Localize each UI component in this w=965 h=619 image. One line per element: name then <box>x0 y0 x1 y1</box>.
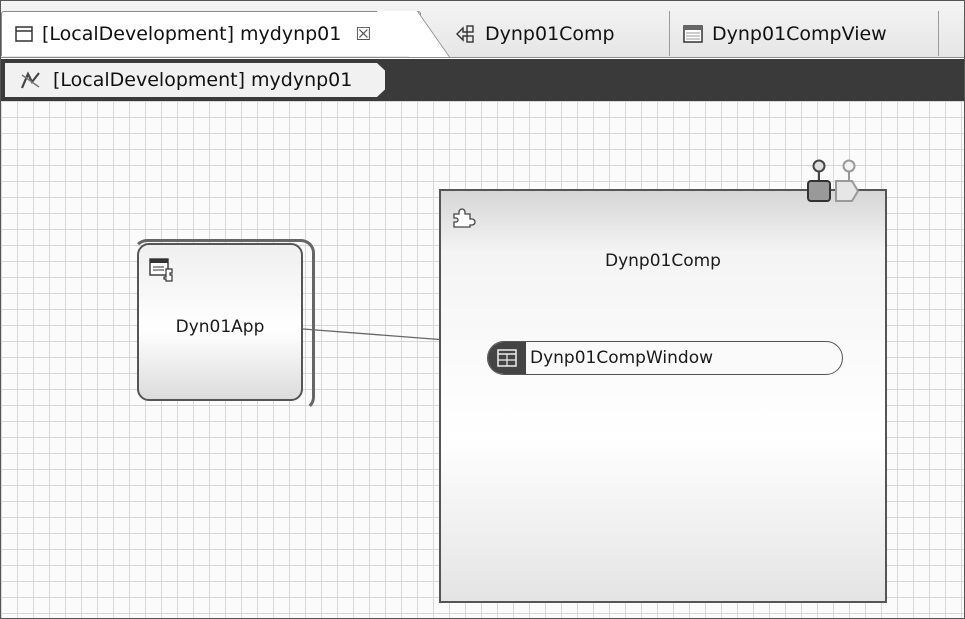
diagram-icon <box>19 69 43 91</box>
window-node-label: Dynp01CompWindow <box>530 348 713 368</box>
tab-dynp01compview[interactable]: Dynp01CompView <box>669 11 939 56</box>
breadcrumb-bar: [LocalDevelopment] mydynp01 <box>1 59 964 101</box>
tab-label: Dynp01Comp <box>485 22 615 45</box>
component-icon <box>453 23 477 45</box>
application-icon <box>149 257 177 283</box>
component-node-label: Dynp01Comp <box>605 251 721 271</box>
component-node[interactable]: Dynp01Comp Dynp01CompWindow <box>439 159 887 603</box>
tab-label: Dynp01CompView <box>712 22 887 45</box>
tab-dynp01comp[interactable]: Dynp01Comp <box>441 11 659 56</box>
application-node[interactable]: Dyn01App <box>133 239 315 411</box>
interface-ports[interactable] <box>803 157 863 205</box>
breadcrumb[interactable]: [LocalDevelopment] mydynp01 <box>5 63 385 97</box>
editor-window-icon <box>14 24 34 44</box>
view-icon <box>682 24 704 44</box>
diagram-canvas[interactable]: Dyn01App Dynp01Comp Dynp01CompWindow <box>1 101 964 618</box>
breadcrumb-label: [LocalDevelopment] mydynp01 <box>53 69 353 91</box>
tab-label: [LocalDevelopment] mydynp01 <box>42 23 342 45</box>
editor-frame: [LocalDevelopment] mydynp01 ☒ Dynp01Comp… <box>0 0 965 619</box>
window-node[interactable]: Dynp01CompWindow <box>487 341 843 375</box>
puzzle-icon <box>451 205 477 229</box>
application-node-label: Dyn01App <box>175 317 265 337</box>
editor-tab-bar: [LocalDevelopment] mydynp01 ☒ Dynp01Comp… <box>1 1 964 58</box>
tab-mydynp01[interactable]: [LocalDevelopment] mydynp01 ☒ <box>1 11 421 56</box>
window-icon <box>488 342 526 374</box>
close-tab-icon[interactable]: ☒ <box>355 24 371 45</box>
